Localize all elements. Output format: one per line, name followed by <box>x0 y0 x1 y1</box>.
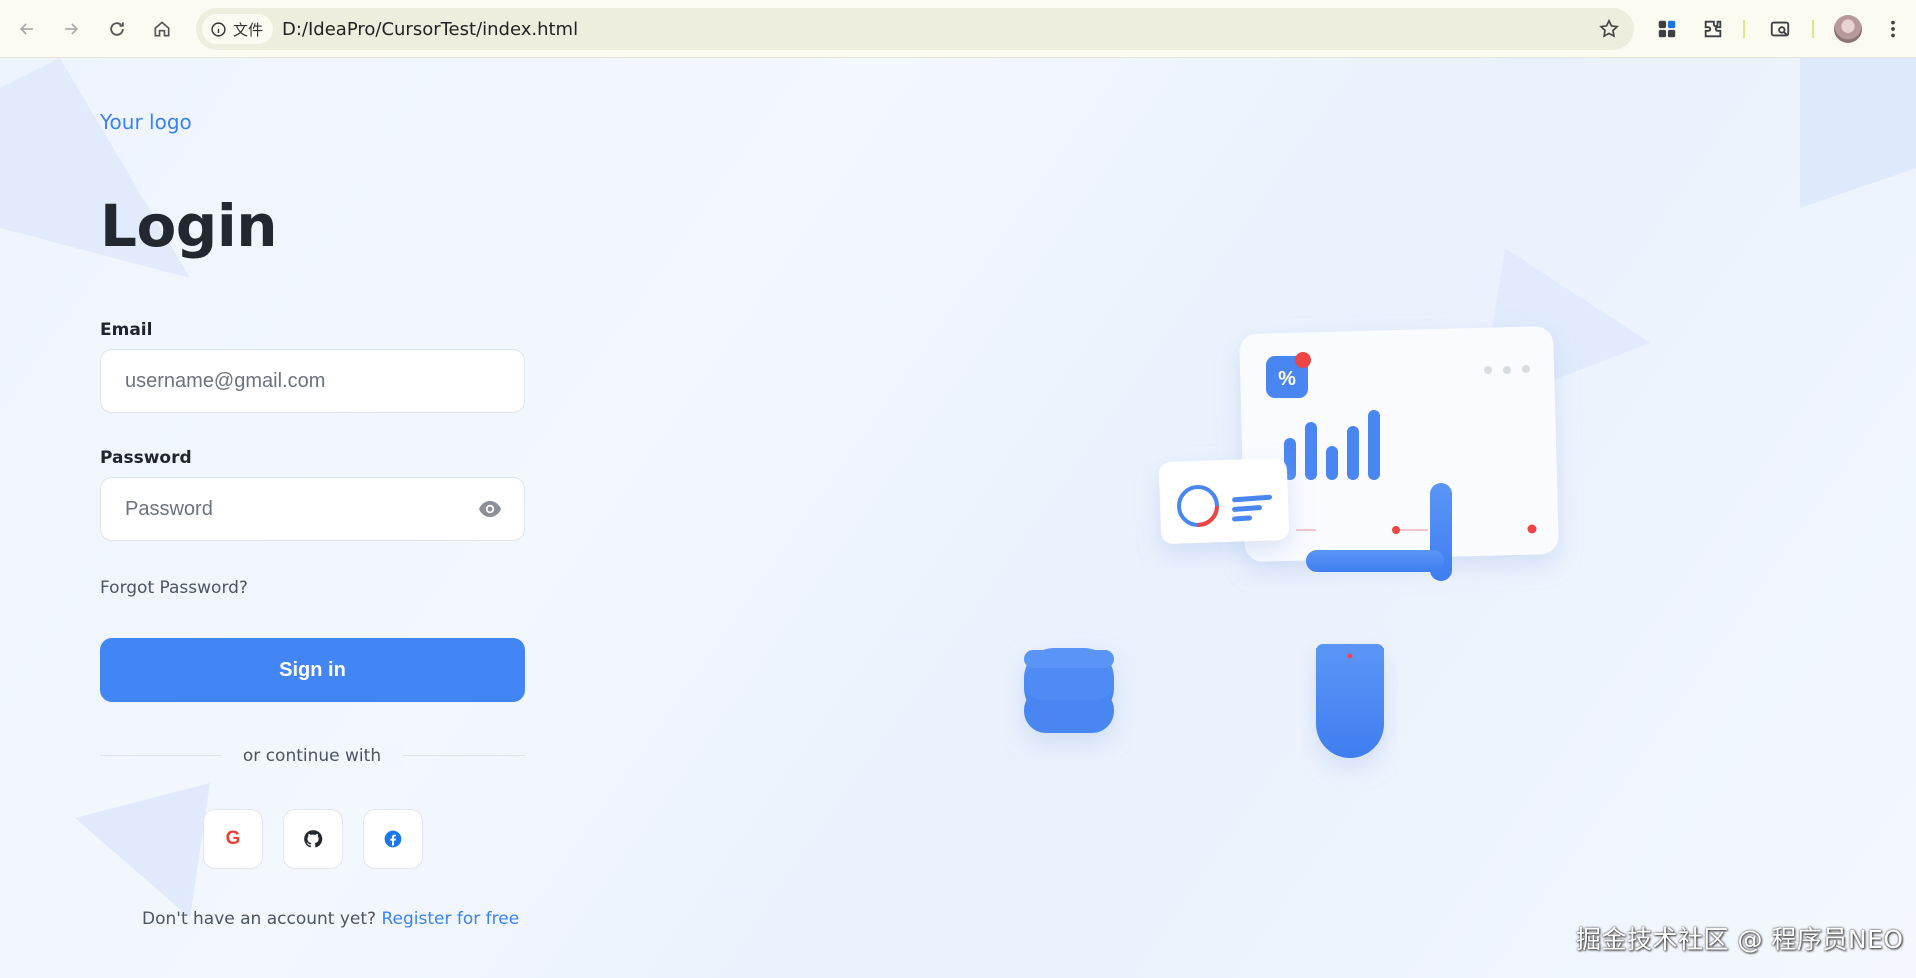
watermark: 掘金技术社区 @ 程序员NEO <box>1576 925 1904 954</box>
email-label: Email <box>100 320 153 340</box>
toolbar-divider <box>1743 20 1745 38</box>
github-icon <box>304 830 323 848</box>
email-field[interactable] <box>125 350 465 412</box>
url-text[interactable]: D:/IdeaPro/CursorTest/index.html <box>282 19 578 40</box>
forgot-password-link[interactable]: Forgot Password? <box>100 578 248 598</box>
more-menu-icon[interactable] <box>1878 14 1908 44</box>
login-page: % Your logo Login Email username@gmail.c… <box>0 58 1916 978</box>
divider-text: or continue with <box>222 744 402 768</box>
reload-button[interactable] <box>98 10 136 48</box>
toolbar-divider <box>1812 20 1814 38</box>
password-field[interactable] <box>125 478 465 540</box>
home-button[interactable] <box>143 10 181 48</box>
back-button[interactable] <box>8 10 46 48</box>
site-info-chip[interactable]: 文件 <box>202 14 274 44</box>
github-login-button[interactable] <box>283 809 343 869</box>
facebook-icon <box>384 830 402 848</box>
email-field-container <box>100 349 525 413</box>
coin-stack-icon <box>1024 648 1114 733</box>
notification-dot <box>1295 352 1311 368</box>
search-tab-icon[interactable] <box>1765 14 1795 44</box>
register-prompt-text: Don't have an account yet? <box>142 909 377 929</box>
bookmark-star-icon[interactable] <box>1598 18 1620 40</box>
info-icon <box>211 21 226 37</box>
register-prompt: Don't have an account yet? Register for … <box>142 909 519 929</box>
bar-chart-icon <box>1368 410 1380 480</box>
svg-text:%: % <box>1278 368 1296 390</box>
reload-icon <box>110 22 124 36</box>
facebook-login-button[interactable] <box>363 809 423 869</box>
extensions-puzzle-icon[interactable] <box>1698 14 1728 44</box>
apps-extension-icon[interactable] <box>1652 14 1682 44</box>
profile-avatar[interactable] <box>1834 15 1862 43</box>
google-login-button[interactable]: G <box>203 809 263 869</box>
home-icon <box>154 21 170 37</box>
pillar-shape <box>1316 644 1384 758</box>
sign-in-button[interactable]: Sign in <box>100 638 525 702</box>
address-bar[interactable]: 文件 D:/IdeaPro/CursorTest/index.html <box>196 8 1634 50</box>
arrow-left-icon <box>19 23 33 35</box>
eye-icon[interactable] <box>478 499 502 519</box>
google-icon: G <box>225 828 241 849</box>
page-title: Login <box>100 192 278 260</box>
brand-logo[interactable]: Your logo <box>100 110 192 134</box>
register-link[interactable]: Register for free <box>381 909 519 929</box>
site-chip-label: 文件 <box>233 21 264 39</box>
browser-toolbar: 文件 D:/IdeaPro/CursorTest/index.html <box>0 0 1916 58</box>
password-field-container <box>100 477 525 541</box>
arrow-right-icon <box>65 23 79 35</box>
password-label: Password <box>100 448 192 468</box>
forward-button[interactable] <box>52 10 90 48</box>
